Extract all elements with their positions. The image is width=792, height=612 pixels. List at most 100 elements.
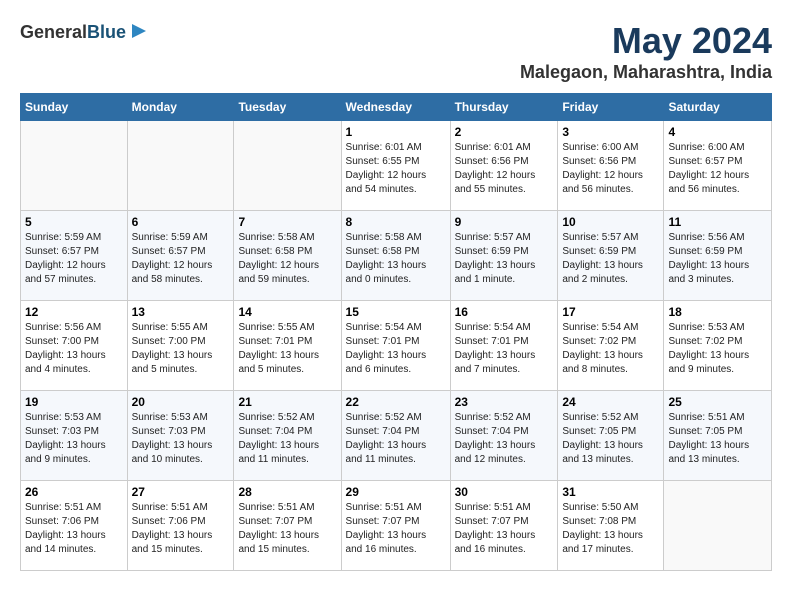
day-number: 25 <box>668 395 767 409</box>
day-info: Sunrise: 5:51 AMSunset: 7:07 PMDaylight:… <box>455 501 554 557</box>
day-number: 21 <box>238 395 336 409</box>
subtitle: Malegaon, Maharashtra, India <box>520 62 772 83</box>
day-info: Sunrise: 5:51 AMSunset: 7:05 PMDaylight:… <box>668 411 767 467</box>
day-info: Sunrise: 5:55 AMSunset: 7:00 PMDaylight:… <box>132 321 230 377</box>
day-number: 29 <box>346 485 446 499</box>
calendar-cell: 27Sunrise: 5:51 AMSunset: 7:06 PMDayligh… <box>127 481 234 571</box>
calendar-cell: 3 Sunrise: 6:00 AMSunset: 6:56 PMDaylight… <box>558 121 664 211</box>
logo: General Blue <box>20 20 148 45</box>
day-number: 4 <box>668 125 767 139</box>
main-title: May 2024 <box>520 20 772 62</box>
calendar-cell: 24Sunrise: 5:52 AMSunset: 7:05 PMDayligh… <box>558 391 664 481</box>
day-info: Sunrise: 6:00 AMSunset: 6:57 PMDaylight:… <box>668 141 767 197</box>
calendar-cell: 9 Sunrise: 5:57 AMSunset: 6:59 PMDaylight… <box>450 211 558 301</box>
calendar-header-thursday: Thursday <box>450 94 558 121</box>
calendar-week-row: 5 Sunrise: 5:59 AMSunset: 6:57 PMDaylight… <box>21 211 772 301</box>
logo-arrow-icon <box>130 22 148 40</box>
calendar-week-row: 19Sunrise: 5:53 AMSunset: 7:03 PMDayligh… <box>21 391 772 481</box>
logo-general-text: General <box>20 22 87 43</box>
day-info: Sunrise: 5:57 AMSunset: 6:59 PMDaylight:… <box>455 231 554 287</box>
calendar-cell: 8 Sunrise: 5:58 AMSunset: 6:58 PMDaylight… <box>341 211 450 301</box>
logo-blue-text: Blue <box>87 22 126 43</box>
day-info: Sunrise: 5:53 AMSunset: 7:02 PMDaylight:… <box>668 321 767 377</box>
calendar-cell: 17Sunrise: 5:54 AMSunset: 7:02 PMDayligh… <box>558 301 664 391</box>
day-info: Sunrise: 5:54 AMSunset: 7:01 PMDaylight:… <box>455 321 554 377</box>
calendar-header-sunday: Sunday <box>21 94 128 121</box>
day-info: Sunrise: 5:56 AMSunset: 6:59 PMDaylight:… <box>668 231 767 287</box>
calendar-cell: 21Sunrise: 5:52 AMSunset: 7:04 PMDayligh… <box>234 391 341 481</box>
calendar-cell: 2 Sunrise: 6:01 AMSunset: 6:56 PMDaylight… <box>450 121 558 211</box>
page-header: General Blue May 2024 Malegaon, Maharash… <box>20 20 772 83</box>
calendar-cell: 20 Sunrise: 5:53 AMSunset: 7:03 PMDayligh… <box>127 391 234 481</box>
day-number: 16 <box>455 305 554 319</box>
day-number: 10 <box>562 215 659 229</box>
calendar-cell: 11Sunrise: 5:56 AMSunset: 6:59 PMDayligh… <box>664 211 772 301</box>
day-info: Sunrise: 5:54 AMSunset: 7:01 PMDaylight:… <box>346 321 446 377</box>
calendar-week-row: 12 Sunrise: 5:56 AMSunset: 7:00 PMDayligh… <box>21 301 772 391</box>
calendar-header-wednesday: Wednesday <box>341 94 450 121</box>
day-number: 20 <box>132 395 230 409</box>
day-info: Sunrise: 6:01 AMSunset: 6:55 PMDaylight:… <box>346 141 446 197</box>
day-number: 7 <box>238 215 336 229</box>
day-number: 18 <box>668 305 767 319</box>
day-number: 30 <box>455 485 554 499</box>
day-number: 31 <box>562 485 659 499</box>
calendar-header-tuesday: Tuesday <box>234 94 341 121</box>
day-number: 28 <box>238 485 336 499</box>
calendar-table: SundayMondayTuesdayWednesdayThursdayFrid… <box>20 93 772 571</box>
calendar-cell: 26 Sunrise: 5:51 AMSunset: 7:06 PMDayligh… <box>21 481 128 571</box>
day-info: Sunrise: 6:00 AMSunset: 6:56 PMDaylight:… <box>562 141 659 197</box>
day-info: Sunrise: 5:52 AMSunset: 7:04 PMDaylight:… <box>455 411 554 467</box>
calendar-cell: 18 Sunrise: 5:53 AMSunset: 7:02 PMDayligh… <box>664 301 772 391</box>
calendar-cell <box>21 121 128 211</box>
calendar-week-row: 1 Sunrise: 6:01 AMSunset: 6:55 PMDaylight… <box>21 121 772 211</box>
day-number: 9 <box>455 215 554 229</box>
day-number: 8 <box>346 215 446 229</box>
day-info: Sunrise: 5:52 AMSunset: 7:04 PMDaylight:… <box>346 411 446 467</box>
calendar-cell: 6Sunrise: 5:59 AMSunset: 6:57 PMDaylight… <box>127 211 234 301</box>
calendar-header-saturday: Saturday <box>664 94 772 121</box>
title-block: May 2024 Malegaon, Maharashtra, India <box>520 20 772 83</box>
day-number: 12 <box>25 305 123 319</box>
calendar-cell <box>664 481 772 571</box>
day-info: Sunrise: 5:59 AMSunset: 6:57 PMDaylight:… <box>132 231 230 287</box>
calendar-cell: 13 Sunrise: 5:55 AMSunset: 7:00 PMDayligh… <box>127 301 234 391</box>
day-number: 1 <box>346 125 446 139</box>
day-number: 15 <box>346 305 446 319</box>
day-number: 2 <box>455 125 554 139</box>
calendar-header-friday: Friday <box>558 94 664 121</box>
calendar-cell: 25 Sunrise: 5:51 AMSunset: 7:05 PMDayligh… <box>664 391 772 481</box>
calendar-cell: 7 Sunrise: 5:58 AMSunset: 6:58 PMDaylight… <box>234 211 341 301</box>
day-info: Sunrise: 5:58 AMSunset: 6:58 PMDaylight:… <box>238 231 336 287</box>
day-number: 23 <box>455 395 554 409</box>
calendar-cell: 12 Sunrise: 5:56 AMSunset: 7:00 PMDayligh… <box>21 301 128 391</box>
calendar-cell: 5 Sunrise: 5:59 AMSunset: 6:57 PMDaylight… <box>21 211 128 301</box>
day-number: 27 <box>132 485 230 499</box>
day-info: Sunrise: 5:51 AMSunset: 7:06 PMDaylight:… <box>25 501 123 557</box>
calendar-cell: 4 Sunrise: 6:00 AMSunset: 6:57 PMDaylight… <box>664 121 772 211</box>
day-info: Sunrise: 5:53 AMSunset: 7:03 PMDaylight:… <box>25 411 123 467</box>
day-number: 3 <box>562 125 659 139</box>
day-number: 13 <box>132 305 230 319</box>
day-info: Sunrise: 5:58 AMSunset: 6:58 PMDaylight:… <box>346 231 446 287</box>
calendar-cell: 23 Sunrise: 5:52 AMSunset: 7:04 PMDayligh… <box>450 391 558 481</box>
calendar-cell: 15 Sunrise: 5:54 AMSunset: 7:01 PMDayligh… <box>341 301 450 391</box>
day-info: Sunrise: 5:56 AMSunset: 7:00 PMDaylight:… <box>25 321 123 377</box>
day-number: 5 <box>25 215 123 229</box>
calendar-header-monday: Monday <box>127 94 234 121</box>
day-info: Sunrise: 5:54 AMSunset: 7:02 PMDaylight:… <box>562 321 659 377</box>
day-info: Sunrise: 6:01 AMSunset: 6:56 PMDaylight:… <box>455 141 554 197</box>
calendar-header-row: SundayMondayTuesdayWednesdayThursdayFrid… <box>21 94 772 121</box>
calendar-cell: 1 Sunrise: 6:01 AMSunset: 6:55 PMDaylight… <box>341 121 450 211</box>
day-info: Sunrise: 5:53 AMSunset: 7:03 PMDaylight:… <box>132 411 230 467</box>
calendar-week-row: 26 Sunrise: 5:51 AMSunset: 7:06 PMDayligh… <box>21 481 772 571</box>
calendar-cell: 10Sunrise: 5:57 AMSunset: 6:59 PMDayligh… <box>558 211 664 301</box>
calendar-cell: 14Sunrise: 5:55 AMSunset: 7:01 PMDayligh… <box>234 301 341 391</box>
day-number: 26 <box>25 485 123 499</box>
calendar-cell: 19Sunrise: 5:53 AMSunset: 7:03 PMDayligh… <box>21 391 128 481</box>
calendar-cell: 30 Sunrise: 5:51 AMSunset: 7:07 PMDayligh… <box>450 481 558 571</box>
calendar-cell <box>127 121 234 211</box>
day-info: Sunrise: 5:59 AMSunset: 6:57 PMDaylight:… <box>25 231 123 287</box>
day-info: Sunrise: 5:51 AMSunset: 7:07 PMDaylight:… <box>238 501 336 557</box>
day-number: 14 <box>238 305 336 319</box>
